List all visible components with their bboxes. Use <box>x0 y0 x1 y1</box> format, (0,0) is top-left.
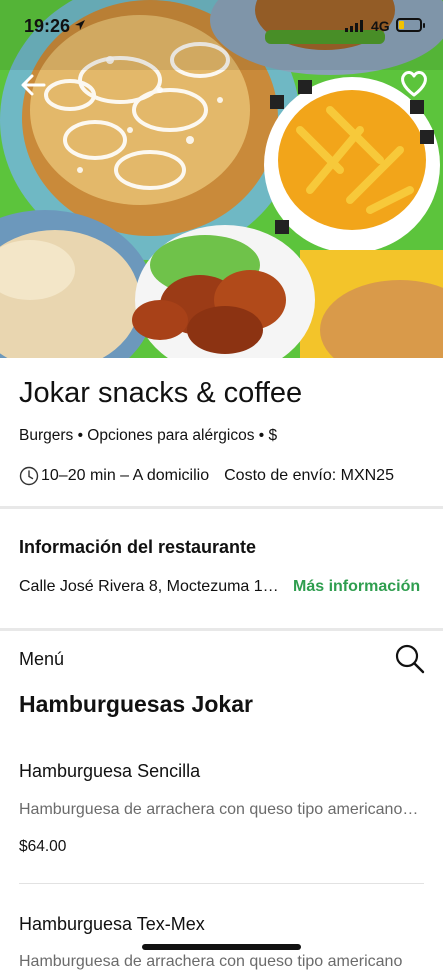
menu-item-name: Hamburguesa Tex-Mex <box>19 914 205 934</box>
favorite-button[interactable] <box>394 64 434 104</box>
location-arrow-icon <box>75 20 85 30</box>
back-button[interactable] <box>14 66 54 106</box>
home-indicator <box>142 944 301 950</box>
more-info-link[interactable]: Más información <box>293 578 420 596</box>
status-time: 19:26 <box>24 16 71 36</box>
menu-label: Menú <box>19 649 65 669</box>
heart-outline-icon <box>401 71 427 97</box>
delivery-info: 10–20 min – A domicilio Costo de envío: … <box>19 466 394 486</box>
clock-icon <box>19 466 39 486</box>
menu-item-description: Hamburguesa de arrachera con queso tipo … <box>19 801 421 818</box>
food-photo <box>0 0 443 358</box>
restaurant-name: Jokar snacks & coffee <box>19 377 303 409</box>
network-type: 4G <box>371 18 390 34</box>
menu-search-button[interactable] <box>393 642 427 676</box>
delivery-time: 10–20 min – A domicilio <box>41 467 210 484</box>
restaurant-categories: Burgers • Opciones para alérgicos • $ <box>19 427 278 444</box>
arrow-left-icon <box>21 74 46 96</box>
menu-section-title: Hamburguesas Jokar <box>19 691 253 717</box>
search-icon <box>395 644 425 674</box>
menu-item-name: Hamburguesa Sencilla <box>19 761 201 781</box>
item-divider <box>19 883 424 884</box>
signal-icon <box>345 20 363 32</box>
delivery-fee: Costo de envío: MXN25 <box>224 467 394 484</box>
section-divider <box>0 506 443 509</box>
menu-item-description: Hamburguesa de arrachera con queso tipo … <box>19 953 403 970</box>
status-bar: 19:26 4G <box>0 14 443 40</box>
restaurant-info-title: Información del restaurante <box>19 537 257 557</box>
battery-icon <box>396 18 425 32</box>
menu-item-price: $64.00 <box>19 838 67 855</box>
section-divider <box>0 628 443 631</box>
restaurant-address: Calle José Rivera 8, Moctezuma 1a Secció… <box>19 578 281 595</box>
hero-food-image: 19:26 4G <box>0 0 443 358</box>
